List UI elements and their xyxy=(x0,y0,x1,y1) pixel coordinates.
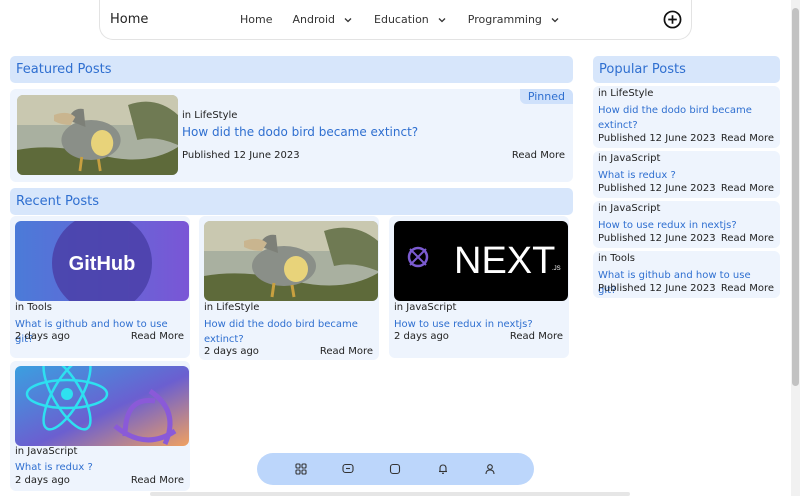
post-image-github[interactable]: GitHub xyxy=(15,221,189,301)
chevron-down-icon xyxy=(551,17,559,22)
nextjs-logo-subtext: .JS xyxy=(552,266,561,272)
read-more-link[interactable]: Read More xyxy=(131,475,184,486)
nav-menu: Home Android Education Programming xyxy=(240,13,581,26)
popular-heading: Popular Posts xyxy=(593,56,780,83)
post-category: in LifeStyle xyxy=(598,88,654,99)
pinned-badge: Pinned xyxy=(519,89,573,104)
popular-post-item[interactable]: in JavaScript What is redux ? Published … xyxy=(593,151,780,198)
bell-icon[interactable] xyxy=(437,463,449,475)
post-date: 2 days ago xyxy=(15,475,70,486)
vertical-scrollbar[interactable] xyxy=(791,0,800,496)
post-title-link[interactable]: How to use redux in nextjs? xyxy=(394,317,566,332)
read-more-link[interactable]: Read More xyxy=(721,283,774,294)
chevron-down-icon xyxy=(344,17,352,22)
chevron-down-icon xyxy=(438,17,446,22)
read-more-link[interactable]: Read More xyxy=(510,331,563,342)
scrollbar-thumb[interactable] xyxy=(792,8,799,386)
nav-item-education[interactable]: Education xyxy=(374,13,448,26)
post-date: Published 12 June 2023 xyxy=(182,150,300,161)
user-icon[interactable] xyxy=(484,463,496,475)
featured-post-card[interactable]: Pinned in LifeStyle How did the dodo bir… xyxy=(10,89,573,182)
message-icon[interactable] xyxy=(342,463,354,475)
square-icon[interactable] xyxy=(389,463,401,475)
popular-post-item[interactable]: in Tools What is github and how to use g… xyxy=(593,251,780,298)
recent-post-card[interactable]: in JavaScript What is redux ? 2 days ago… xyxy=(10,361,190,491)
post-category: in JavaScript xyxy=(394,302,457,313)
post-date: Published 12 June 2023 xyxy=(598,283,716,294)
nav-item-label: Education xyxy=(374,13,429,26)
read-more-link[interactable]: Read More xyxy=(512,150,565,161)
post-date: Published 12 June 2023 xyxy=(598,233,716,244)
post-title-link[interactable]: What is redux ? xyxy=(15,460,187,475)
post-category: in Tools xyxy=(598,253,635,264)
post-category: in JavaScript xyxy=(598,153,661,164)
post-title-link[interactable]: How to use redux in nextjs? xyxy=(598,218,770,233)
post-category: in LifeStyle xyxy=(182,110,238,121)
recent-post-card[interactable]: GitHub in Tools What is github and how t… xyxy=(10,216,190,358)
post-category: in Tools xyxy=(15,302,52,313)
github-logo-text: GitHub xyxy=(69,253,136,275)
read-more-link[interactable]: Read More xyxy=(721,183,774,194)
post-image-react-redux[interactable] xyxy=(15,366,189,446)
add-circle-icon[interactable] xyxy=(663,10,682,29)
post-date: Published 12 June 2023 xyxy=(598,133,716,144)
nav-item-label: Android xyxy=(292,13,336,26)
recent-heading: Recent Posts xyxy=(10,188,573,215)
horizontal-scrollbar[interactable] xyxy=(150,492,630,496)
popular-post-item[interactable]: in JavaScript How to use redux in nextjs… xyxy=(593,201,780,248)
featured-post-image[interactable] xyxy=(17,95,178,175)
nav-item-programming[interactable]: Programming xyxy=(468,13,561,26)
nav-item-label: Home xyxy=(240,13,273,26)
post-category: in JavaScript xyxy=(598,203,661,214)
post-title-link[interactable]: How did the dodo bird became extinct? xyxy=(598,103,770,133)
post-title-link[interactable]: How did the dodo bird became extinct? xyxy=(204,317,376,347)
nav-item-android[interactable]: Android xyxy=(292,13,354,26)
read-more-link[interactable]: Read More xyxy=(721,233,774,244)
recent-post-card[interactable]: in LifeStyle How did the dodo bird becam… xyxy=(199,216,379,360)
post-date: 2 days ago xyxy=(15,331,70,342)
brand-home-link[interactable]: Home xyxy=(110,12,148,27)
nav-item-label: Programming xyxy=(467,13,542,26)
post-date: 2 days ago xyxy=(394,331,449,342)
read-more-link[interactable]: Read More xyxy=(721,133,774,144)
post-date: 2 days ago xyxy=(204,346,259,357)
post-image-dodo[interactable] xyxy=(204,221,378,301)
post-title-link[interactable]: What is redux ? xyxy=(598,168,770,183)
grid-icon[interactable] xyxy=(295,463,307,475)
top-nav: Home Home Android Education Programming xyxy=(99,0,692,40)
read-more-link[interactable]: Read More xyxy=(320,346,373,357)
post-category: in JavaScript xyxy=(15,446,78,457)
post-image-nextjs[interactable]: NEXT .JS xyxy=(394,221,568,301)
nav-item-home[interactable]: Home xyxy=(240,13,272,26)
post-date: Published 12 June 2023 xyxy=(598,183,716,194)
read-more-link[interactable]: Read More xyxy=(131,331,184,342)
popular-post-item[interactable]: in LifeStyle How did the dodo bird becam… xyxy=(593,86,780,148)
post-category: in LifeStyle xyxy=(204,302,260,313)
bottom-nav-bar xyxy=(257,453,534,485)
nextjs-logo-text: NEXT xyxy=(454,240,555,282)
featured-heading: Featured Posts xyxy=(10,56,573,83)
recent-post-card[interactable]: NEXT .JS in JavaScript How to use redux … xyxy=(389,216,569,358)
post-title-link[interactable]: How did the dodo bird became extinct? xyxy=(182,125,418,139)
